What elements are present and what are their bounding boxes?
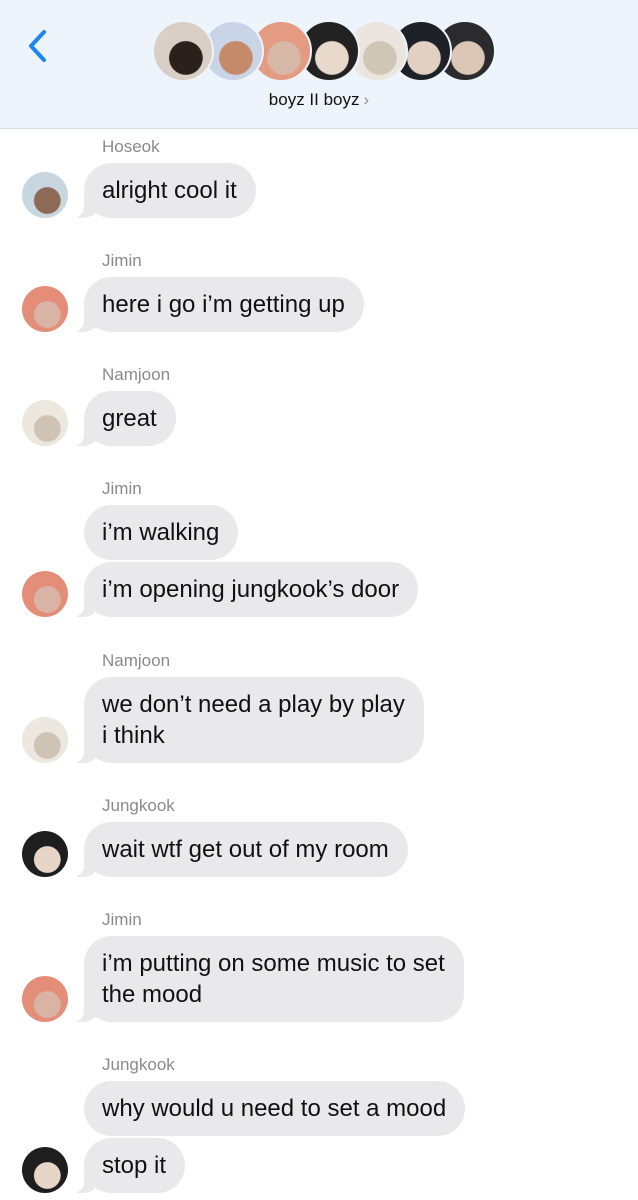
sender-name: Jimin (102, 479, 142, 498)
message-bubble[interactable]: alright cool it (72, 163, 256, 218)
sender-avatar[interactable] (22, 1147, 68, 1193)
sender-name: Namjoon (102, 651, 171, 670)
message-bubble[interactable]: why would u need to set a mood (84, 1081, 466, 1136)
group-avatars[interactable] (152, 20, 496, 84)
message-bubble[interactable]: stop it (71, 1138, 186, 1193)
message-bubble[interactable]: i’m opening jungkook’s door (71, 562, 419, 617)
message-bubble[interactable]: wait wtf get out of my room (72, 822, 408, 877)
sender-avatar[interactable] (22, 172, 68, 218)
conversation-header: boyz II boyz › (0, 0, 638, 129)
group-title[interactable]: boyz II boyz › (0, 90, 638, 110)
sender-name: Jungkook (102, 1055, 175, 1074)
sender-avatar[interactable] (22, 717, 68, 763)
sender-name: Jungkook (102, 796, 175, 815)
group-name: boyz II boyz (268, 90, 360, 109)
message-list[interactable]: Hoseok alright cool it Jimin here i go i’m … (0, 129, 638, 1200)
sender-avatar[interactable] (22, 831, 68, 877)
chevron-right-icon: › (363, 90, 370, 109)
message-bubble[interactable]: here i go i’m getting up (72, 277, 364, 332)
sender-avatar[interactable] (22, 571, 68, 617)
message-bubble[interactable]: i’m putting on some music to set the moo… (72, 936, 464, 1022)
sender-name: Hoseok (102, 137, 160, 156)
sender-avatar[interactable] (22, 286, 68, 332)
message-bubble[interactable]: we don’t need a play by play i think (72, 677, 424, 763)
message-bubble[interactable]: i’m walking (84, 505, 239, 560)
sender-avatar[interactable] (22, 976, 68, 1022)
group-member-avatar (152, 20, 214, 82)
sender-avatar[interactable] (22, 400, 68, 446)
sender-name: Namjoon (102, 365, 171, 384)
message-bubble[interactable]: great (72, 391, 176, 446)
sender-name: Jimin (102, 910, 142, 929)
chevron-left-icon[interactable] (22, 26, 52, 66)
sender-name: Jimin (102, 251, 142, 270)
